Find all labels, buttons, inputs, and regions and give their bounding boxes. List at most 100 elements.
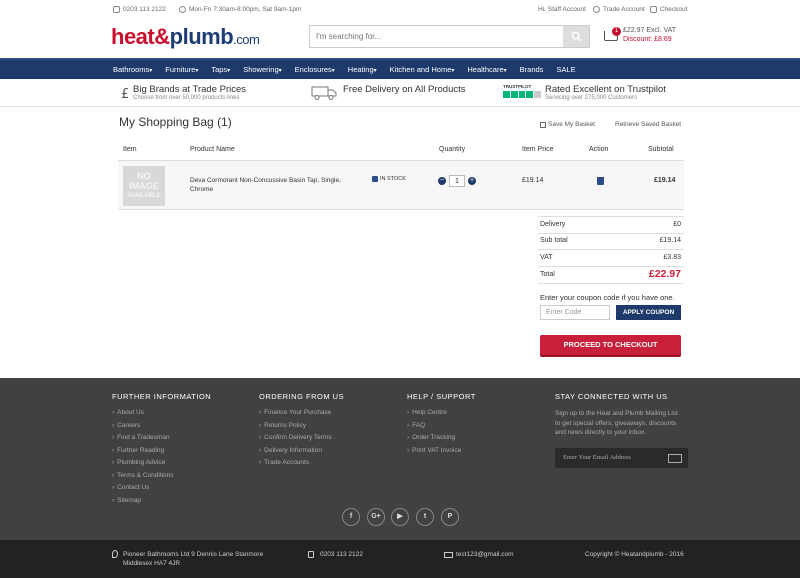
- footer-heading: STAY CONNECTED WITH US: [555, 392, 668, 401]
- footer-link[interactable]: › Trade Accounts: [259, 459, 344, 472]
- company-address: Pioneer Bathrooms Ltd 9 Dennis Lane Stan…: [123, 551, 264, 567]
- usp-subtitle: Choose from over 50,000 products lines: [133, 95, 240, 101]
- search-button[interactable]: [563, 26, 589, 47]
- chevron-down-icon: ▾: [331, 68, 335, 74]
- check-icon: [372, 176, 378, 182]
- footer-email[interactable]: test123@gmail.com: [456, 551, 514, 558]
- newsletter-text: Sign up to the Heat and Plumb Mailing Li…: [555, 410, 678, 436]
- divider: [538, 283, 684, 284]
- product-image-placeholder[interactable]: NO IMAGE AVAILABLE: [123, 166, 165, 206]
- footer-col-newsletter: STAY CONNECTED WITH US Sign up to the He…: [555, 392, 683, 438]
- opening-hours: Mon-Fri 7:30am-8:00pm, Sat 9am-1pm: [189, 6, 302, 13]
- quantity-input[interactable]: 1: [449, 175, 465, 187]
- col-header-price: Item Price: [522, 146, 554, 153]
- tag-icon: £: [121, 87, 129, 100]
- col-header-product: Product Name: [190, 146, 235, 153]
- clock-icon: [179, 6, 186, 13]
- cart-price: £22.97 Excl. VAT: [623, 27, 677, 34]
- nav-item-heating[interactable]: Heating▾: [348, 65, 377, 74]
- nav-item-taps[interactable]: Taps▾: [211, 65, 230, 74]
- footer-col-info: FURTHER INFORMATION › About Us › Careers › Fi…: [112, 392, 211, 509]
- footer-link[interactable]: › Plumbing Advice: [112, 459, 211, 472]
- site-logo[interactable]: heat&plumb.com: [111, 24, 260, 50]
- footer-link[interactable]: › Find a Tradesman: [112, 434, 211, 447]
- footer-link[interactable]: › Print VAT Invoice: [407, 447, 476, 460]
- chevron-down-icon: ▾: [195, 68, 199, 74]
- footer-col-ordering: ORDERING FROM US › Finance Your Purchase ›…: [259, 392, 344, 472]
- twitter-icon[interactable]: t: [416, 508, 434, 526]
- save-basket-link[interactable]: Save My Basket: [540, 121, 595, 128]
- vat-value: £3.83: [663, 254, 681, 261]
- footer-link[interactable]: › Terms & Conditions: [112, 472, 211, 485]
- product-name-link[interactable]: Deva Cormorant Non-Concussive Basin Tap,…: [190, 176, 360, 194]
- main-nav: Bathrooms▾ Furniture▾ Taps▾ Showering▾ Enclo…: [0, 58, 800, 79]
- decrease-qty-button[interactable]: −: [438, 177, 446, 185]
- footer-link[interactable]: › Delivery Information: [259, 447, 344, 460]
- nav-item-healthcare[interactable]: Healthcare▾: [467, 65, 506, 74]
- page-title: My Shopping Bag (1): [119, 115, 232, 129]
- trade-account-link[interactable]: Trade Account: [593, 6, 645, 13]
- site-footer: FURTHER INFORMATION › About Us › Careers › Fi…: [0, 378, 800, 540]
- nav-item-enclosures[interactable]: Enclosures▾: [295, 65, 335, 74]
- footer-heading: HELP / SUPPORT: [407, 392, 476, 401]
- footer-link[interactable]: › FAQ: [407, 422, 476, 435]
- footer-link[interactable]: › Sitemap: [112, 497, 211, 510]
- chevron-down-icon: ▾: [149, 68, 153, 74]
- newsletter-email-input[interactable]: Enter Your Email Address: [555, 448, 688, 468]
- divider: [538, 216, 684, 217]
- nav-item-kitchen-and-home[interactable]: Kitchen and Home▾: [390, 65, 455, 74]
- pinterest-icon[interactable]: P: [441, 508, 459, 526]
- footer-heading: FURTHER INFORMATION: [112, 392, 212, 401]
- quantity-stepper: − 1 +: [438, 175, 476, 187]
- search-input[interactable]: [310, 26, 563, 47]
- coupon-prompt: Enter your coupon code if you have one.: [540, 293, 675, 302]
- facebook-icon[interactable]: f: [342, 508, 360, 526]
- copyright: Copyright © Heatandplumb - 2016: [585, 551, 684, 558]
- footer-link[interactable]: › Returns Policy: [259, 422, 344, 435]
- cart-discount: Discount: £8.69: [623, 36, 672, 43]
- footer-link[interactable]: › Careers: [112, 422, 211, 435]
- nav-item-brands[interactable]: Brands: [520, 65, 544, 74]
- footer-col-help: HELP / SUPPORT › Help Centre › FAQ › Order Tr…: [407, 392, 476, 459]
- search-bar: [309, 25, 590, 48]
- usp-title: Free Delivery on All Products: [343, 84, 466, 95]
- chevron-down-icon: ▾: [373, 68, 377, 74]
- nav-item-sale[interactable]: SALE: [556, 65, 575, 74]
- google-plus-icon[interactable]: G+: [367, 508, 385, 526]
- nav-item-bathrooms[interactable]: Bathrooms▾: [113, 65, 152, 74]
- mini-cart[interactable]: 1 £22.97 Excl. VAT Discount: £8.69: [604, 27, 684, 49]
- phone-info: 0203 113 2122: [113, 6, 166, 13]
- delivery-label: Delivery: [540, 221, 566, 228]
- footer-link[interactable]: › Confirm Delivery Terms: [259, 434, 344, 447]
- nav-item-showering[interactable]: Showering▾: [243, 65, 281, 74]
- youtube-icon[interactable]: ▶: [391, 508, 409, 526]
- coupon-code-input[interactable]: Enter Code: [540, 305, 610, 320]
- retrieve-basket-link[interactable]: Retrieve Saved Basket: [615, 121, 681, 128]
- vat-label: VAT: [540, 254, 553, 261]
- footer-link[interactable]: › Further Reading: [112, 447, 211, 460]
- remove-item-trash-icon[interactable]: [597, 177, 604, 185]
- total-value: £22.97: [648, 268, 681, 280]
- delivery-value: £0: [673, 221, 681, 228]
- envelope-icon[interactable]: [668, 454, 682, 463]
- apply-coupon-button[interactable]: APPLY COUPON: [616, 305, 681, 320]
- phone-icon: [113, 6, 120, 13]
- row-subtotal: £19.14: [654, 177, 676, 184]
- footer-link[interactable]: › Help Centre: [407, 409, 476, 422]
- footer-link[interactable]: › About Us: [112, 409, 211, 422]
- nav-item-furniture[interactable]: Furniture▾: [165, 65, 198, 74]
- top-bar: 0203 113 2122 Mon-Fri 7:30am-8:00pm, Sat…: [0, 0, 800, 20]
- footer-link[interactable]: › Contact Us: [112, 484, 211, 497]
- chevron-down-icon: ▾: [227, 68, 231, 74]
- chevron-down-icon: ▾: [278, 68, 282, 74]
- account-link[interactable]: Hi, Staff Account: [538, 6, 586, 13]
- phone-icon: [308, 551, 314, 558]
- divider: [0, 106, 800, 107]
- proceed-to-checkout-button[interactable]: PROCEED TO CHECKOUT: [540, 335, 681, 355]
- footer-link[interactable]: › Order Tracking: [407, 434, 476, 447]
- footer-link[interactable]: › Finance Your Purchase: [259, 409, 344, 422]
- checkout-link[interactable]: Checkout: [650, 6, 687, 13]
- increase-qty-button[interactable]: +: [468, 177, 476, 185]
- item-price: £19.14: [522, 177, 544, 184]
- trustpilot-logo: TRUSTPILOT: [503, 84, 541, 90]
